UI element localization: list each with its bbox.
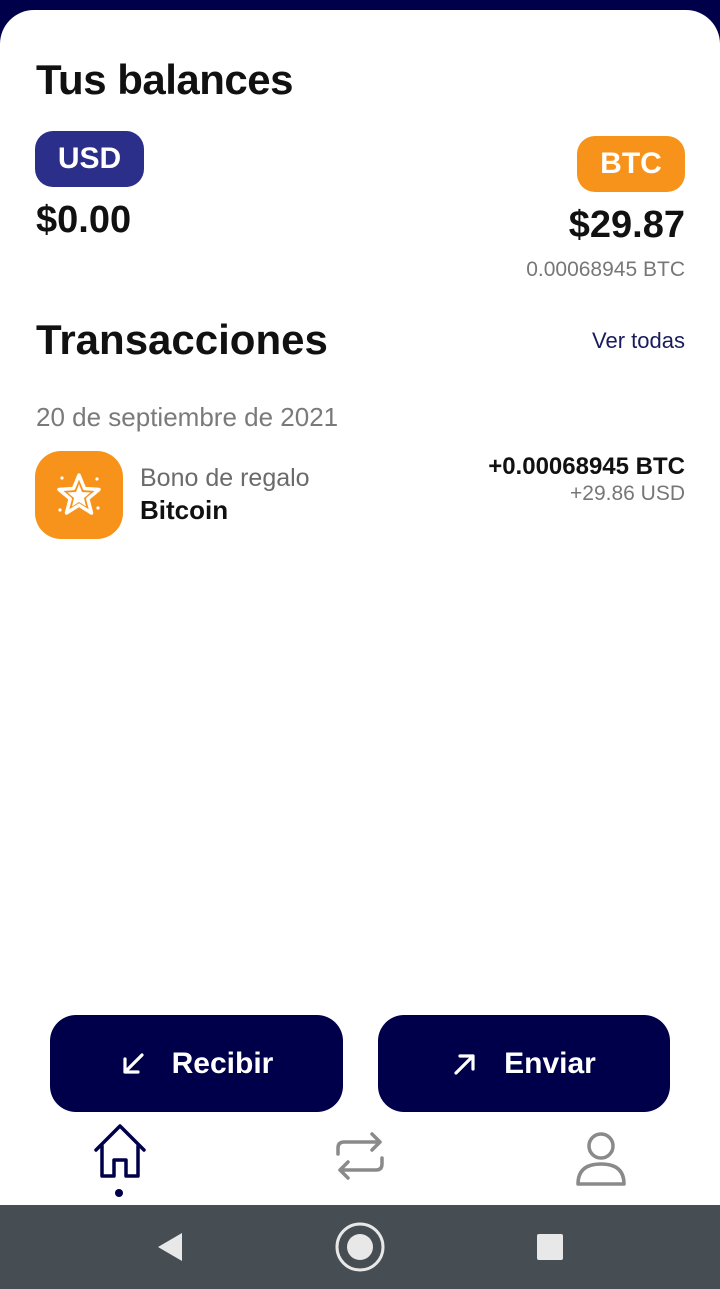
user-icon xyxy=(576,1132,626,1186)
usd-balance: $0.00 xyxy=(36,199,132,241)
transaction-name: Bono de regalo xyxy=(140,464,310,492)
transaction-amount: +0.00068945 BTC xyxy=(488,453,685,480)
home-circle-icon xyxy=(335,1222,385,1272)
send-button[interactable]: Enviar xyxy=(378,1015,670,1112)
recents-square-icon xyxy=(537,1234,563,1260)
tab-profile[interactable] xyxy=(566,1126,636,1206)
receive-button[interactable]: Recibir xyxy=(50,1015,343,1112)
transaction-asset: Bitcoin xyxy=(140,495,229,525)
balances-title: Tus balances xyxy=(36,56,294,103)
transaction-row[interactable]: Bono de regalo Bitcoin +0.00068945 BTC +… xyxy=(35,450,685,540)
transaction-fiat-amount: +29.86 USD xyxy=(570,482,685,505)
system-navigation-bar xyxy=(0,1205,720,1289)
arrow-down-left-icon xyxy=(123,1052,144,1074)
transactions-title: Transacciones xyxy=(36,316,328,363)
home-icon xyxy=(94,1124,146,1178)
star-icon xyxy=(35,451,123,539)
arrow-up-right-icon xyxy=(454,1053,475,1075)
tab-transfer[interactable] xyxy=(325,1126,395,1206)
see-all-link[interactable]: Ver todas xyxy=(592,328,685,354)
tab-home[interactable] xyxy=(85,1120,155,1200)
system-home-button[interactable] xyxy=(330,1205,390,1289)
receive-label: Recibir xyxy=(171,1046,274,1080)
swap-icon xyxy=(336,1132,384,1180)
btc-balance: $29.87 xyxy=(568,204,685,246)
system-back-button[interactable] xyxy=(140,1205,200,1289)
btc-balance-crypto: 0.00068945 BTC xyxy=(526,258,685,281)
bottom-tab-bar xyxy=(0,1120,720,1205)
transaction-date: 20 de septiembre de 2021 xyxy=(36,402,339,432)
btc-badge[interactable]: BTC xyxy=(577,136,685,192)
send-label: Enviar xyxy=(504,1046,596,1080)
back-triangle-icon xyxy=(158,1233,182,1261)
main-sheet: Tus balances USD $0.00 BTC $29.87 0.0006… xyxy=(0,10,720,1205)
active-tab-indicator xyxy=(115,1189,123,1197)
usd-badge[interactable]: USD xyxy=(35,131,144,187)
system-recents-button[interactable] xyxy=(520,1205,580,1289)
